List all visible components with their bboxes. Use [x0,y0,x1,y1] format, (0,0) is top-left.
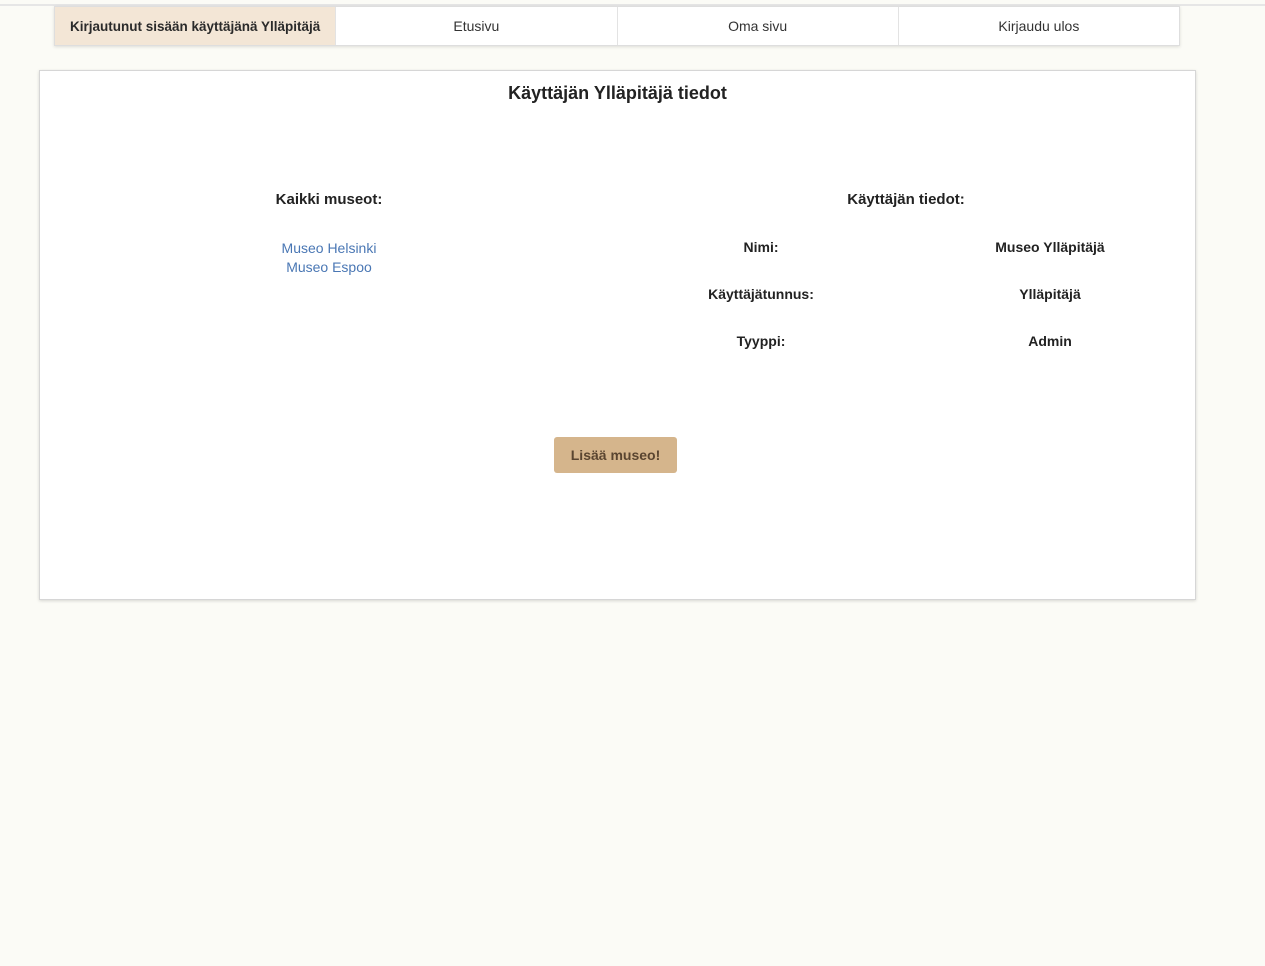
user-info-row-name: Nimi: Museo Ylläpitäjä [661,239,1239,259]
user-info-row-type: Tyyppi: Admin [661,333,1239,353]
logged-in-status: Kirjautunut sisään käyttäjänä Ylläpitäjä [55,7,336,45]
user-info-card: Käyttäjän Ylläpitäjä tiedot Kaikki museo… [39,70,1196,600]
nav-home[interactable]: Etusivu [335,7,616,45]
list-item: Museo Helsinki [229,239,429,258]
username-value: Ylläpitäjä [1019,286,1081,302]
museum-link-helsinki[interactable]: Museo Helsinki [282,240,377,256]
name-value: Museo Ylläpitäjä [995,239,1105,255]
top-navigation: Kirjautunut sisään käyttäjänä Ylläpitäjä… [54,6,1180,46]
name-label: Nimi: [743,239,779,255]
type-value: Admin [1028,333,1072,349]
museums-heading: Kaikki museot: [275,191,383,208]
user-info-row-username: Käyttäjätunnus: Ylläpitäjä [661,286,1239,306]
nav-logout[interactable]: Kirjaudu ulos [897,7,1179,45]
username-label: Käyttäjätunnus: [708,286,814,302]
museum-list: Museo Helsinki Museo Espoo [229,239,429,277]
page-title: Käyttäjän Ylläpitäjä tiedot [508,83,727,103]
type-label: Tyyppi: [736,333,786,349]
museum-link-espoo[interactable]: Museo Espoo [286,259,372,275]
list-item: Museo Espoo [229,258,429,277]
nav-own-page[interactable]: Oma sivu [616,7,898,45]
user-info-heading: Käyttäjän tiedot: [847,191,965,208]
add-museum-button[interactable]: Lisää museo! [554,437,677,473]
